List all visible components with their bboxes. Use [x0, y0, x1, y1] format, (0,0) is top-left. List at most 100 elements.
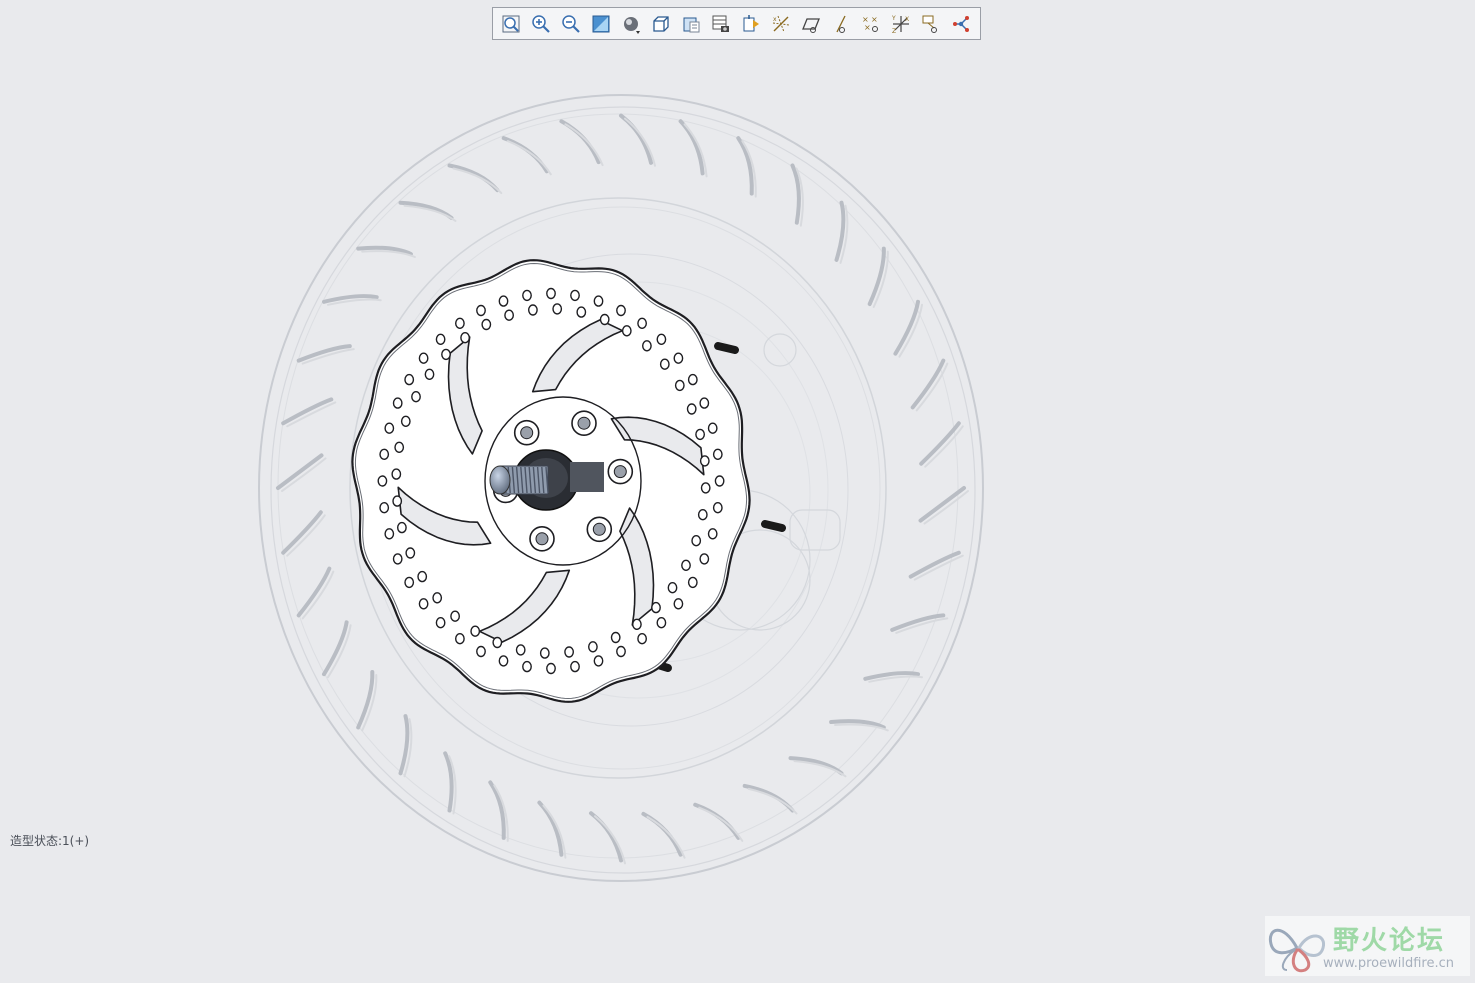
- tread-lug-edge: [301, 570, 335, 620]
- svg-text:×: ×: [864, 23, 871, 32]
- tread-lug: [398, 714, 410, 776]
- view-toolbar: x × × × Y X Z: [492, 7, 981, 40]
- rotor-hole: [637, 317, 647, 329]
- rotor-hole: [546, 662, 556, 675]
- tread-lug-edge: [327, 624, 352, 679]
- perspective-icon: [743, 14, 759, 31]
- tread-lug-edge: [286, 401, 337, 428]
- tread-lug-edge: [913, 554, 964, 581]
- rotor-hole: [396, 521, 407, 534]
- rotor-hole: [424, 368, 435, 380]
- rotor-hole: [384, 422, 395, 434]
- rotor-hole: [552, 303, 563, 315]
- rotor-hole: [528, 304, 538, 316]
- tread-lug: [356, 670, 375, 730]
- rotor-hole: [498, 655, 509, 667]
- zoom-in-icon: [532, 14, 550, 33]
- svg-text:Y: Y: [891, 15, 896, 22]
- rotor-hole: [404, 576, 415, 589]
- rotor-hole: [599, 313, 610, 326]
- repaint-button[interactable]: [587, 11, 615, 37]
- rotor-hole: [450, 610, 460, 622]
- zoom-in-button[interactable]: [527, 11, 555, 37]
- rotor-hole: [411, 391, 421, 403]
- datum-point-icon: × ××: [862, 15, 878, 32]
- annotation-button[interactable]: [917, 11, 945, 37]
- refit-button[interactable]: [497, 11, 525, 37]
- rotor-hole: [492, 636, 503, 649]
- rotor-hole: [687, 576, 698, 589]
- rotor-hole: [405, 547, 416, 559]
- rotor-hole: [570, 289, 580, 302]
- display-style-button[interactable]: [617, 11, 645, 37]
- tread-lug: [890, 613, 946, 632]
- rotor-hole: [460, 332, 470, 344]
- rotor-hole: [697, 509, 708, 521]
- rotor-bolt-head: [592, 522, 606, 536]
- zoom-out-button[interactable]: [557, 11, 585, 37]
- datum-point-button[interactable]: × × ×: [857, 11, 885, 37]
- tread-lug: [296, 344, 352, 363]
- rotor-bolt-head: [535, 532, 549, 546]
- graphics-viewport[interactable]: [0, 44, 1475, 983]
- tread-lug: [910, 358, 946, 410]
- tread-lug: [619, 113, 653, 165]
- rotor-hole: [651, 601, 661, 614]
- spin-center-button[interactable]: [947, 11, 975, 37]
- saved-orientations-button[interactable]: [647, 11, 675, 37]
- rotor-hole: [707, 422, 718, 434]
- forum-watermark: 野火论坛 www.proewildfire.cn: [1265, 916, 1470, 976]
- rotor-hole: [539, 647, 550, 659]
- model-state-label: 造型状态:1(+): [10, 834, 90, 848]
- rotor-hole: [504, 309, 514, 321]
- rotor-hole: [522, 660, 532, 673]
- tread-lug: [281, 397, 334, 426]
- rotor-hole: [616, 645, 626, 658]
- rotor-hole: [435, 617, 446, 629]
- rotor-hole: [454, 317, 465, 329]
- csys-button[interactable]: Y X Z: [887, 11, 915, 37]
- rotor-hole: [621, 325, 632, 337]
- layer-button[interactable]: [707, 11, 735, 37]
- rotor-hole: [384, 528, 395, 540]
- rotor-hole: [379, 502, 390, 514]
- rotor-hole: [699, 455, 710, 467]
- butterfly-logo-icon: [1268, 928, 1326, 973]
- rotor-bolt-head: [613, 465, 627, 479]
- tread-lug: [641, 811, 683, 857]
- rotor-hole: [481, 318, 492, 331]
- datum-planes-button[interactable]: x: [767, 11, 795, 37]
- tread-lug: [281, 510, 323, 555]
- rotor-hole: [522, 289, 532, 302]
- datum-plane-display-icon: [802, 17, 820, 33]
- rotor-hole: [379, 448, 390, 460]
- rotor-bolt-head: [520, 426, 534, 440]
- view-manager-button[interactable]: [677, 11, 705, 37]
- rotor-hole: [400, 415, 411, 427]
- datum-plane-display-button[interactable]: [797, 11, 825, 37]
- rotor-hole: [642, 340, 652, 352]
- perspective-button[interactable]: [737, 11, 765, 37]
- tread-lug-edge: [286, 514, 326, 557]
- rotor-hole: [616, 304, 626, 317]
- rotor-hole: [435, 333, 446, 345]
- datum-axis-button[interactable]: [827, 11, 855, 37]
- tread-lug: [908, 550, 961, 579]
- zoom-out-icon: [562, 14, 580, 33]
- rotor-hole: [470, 625, 481, 637]
- tread-lug: [296, 566, 332, 618]
- rotor-hole: [681, 559, 691, 571]
- view-manager-icon: [683, 17, 700, 32]
- svg-text:X: X: [905, 16, 909, 23]
- rotor-hole: [632, 618, 642, 630]
- rotor-hole: [593, 655, 604, 667]
- rotor-hole: [699, 397, 710, 409]
- rotor-hole: [673, 352, 684, 364]
- rotor-hole: [392, 553, 403, 565]
- tread-lug: [919, 421, 961, 466]
- tread-lug: [398, 200, 454, 220]
- tread-lug: [834, 200, 846, 262]
- wheel-model[interactable]: [0, 44, 1475, 983]
- rotor-hole: [404, 373, 415, 386]
- rotor-hole: [712, 502, 723, 514]
